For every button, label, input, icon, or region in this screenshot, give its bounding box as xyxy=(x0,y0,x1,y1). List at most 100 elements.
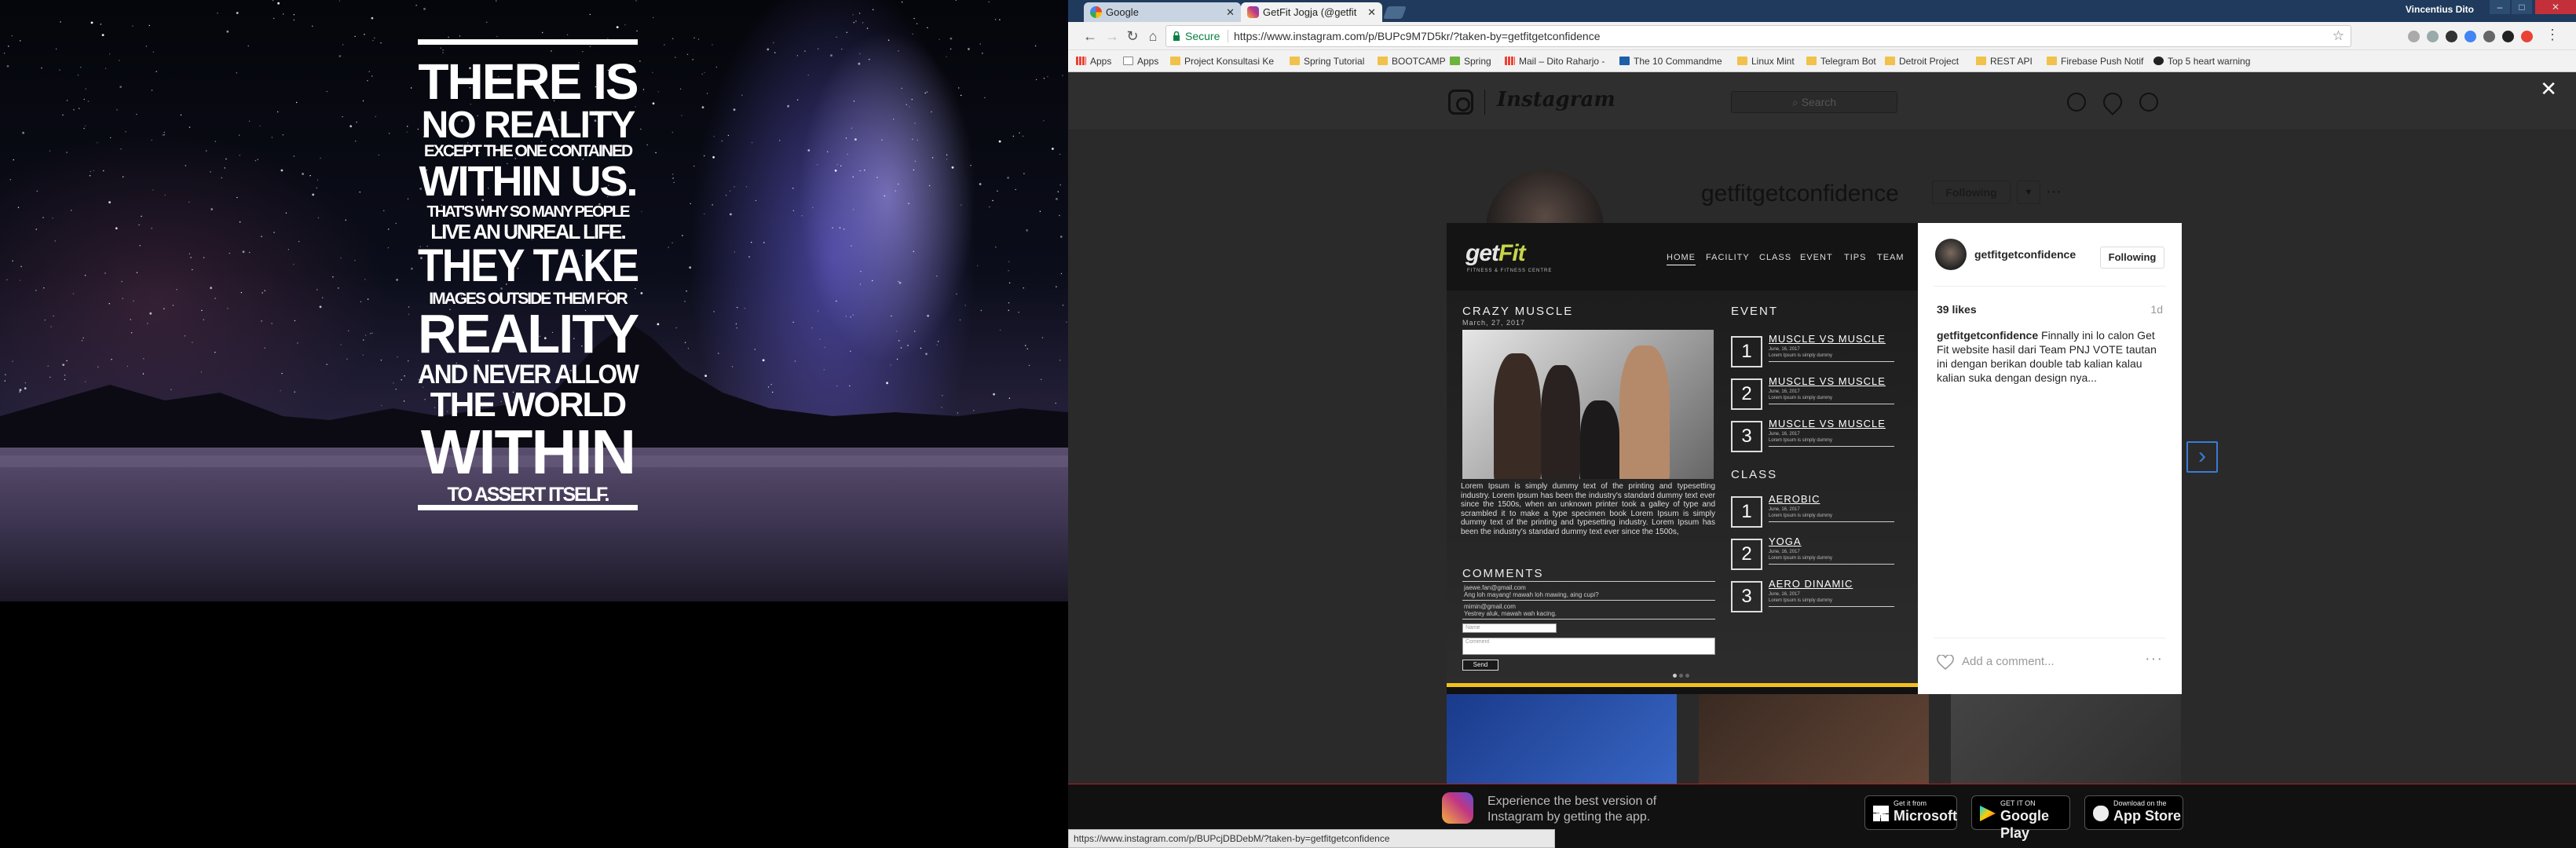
event-number: 3 xyxy=(1731,421,1762,452)
bookmark-item[interactable]: Apps xyxy=(1123,54,1158,68)
star xyxy=(968,48,970,50)
star xyxy=(657,91,659,93)
like-heart-icon[interactable] xyxy=(1937,655,1954,671)
star xyxy=(906,104,907,105)
tab-google[interactable]: Google ✕ xyxy=(1084,2,1241,22)
divider xyxy=(1769,361,1894,362)
caption-username[interactable]: getfitgetconfidence xyxy=(1937,329,2038,342)
url-text[interactable]: https://www.instagram.com/p/BUPc9M7D5kr/… xyxy=(1234,26,1601,46)
reload-icon[interactable]: ↻ xyxy=(1125,28,1140,44)
star xyxy=(411,267,413,270)
bookmark-item[interactable]: Telegram Bot xyxy=(1806,54,1876,68)
extension-icon[interactable] xyxy=(2483,31,2495,42)
extension-icon[interactable] xyxy=(2408,31,2420,42)
extension-icon[interactable] xyxy=(2446,31,2457,42)
post-image[interactable]: getFit FITNESS & FITNESS CENTRE HOME FAC… xyxy=(1447,223,1918,694)
address-bar[interactable]: Secure https://www.instagram.com/p/BUPc9… xyxy=(1165,25,2351,47)
star xyxy=(748,256,750,258)
bookmark-item[interactable]: Detroit Project xyxy=(1885,54,1959,68)
next-post-arrow-icon[interactable]: › xyxy=(2186,441,2218,473)
minimize-button[interactable]: – xyxy=(2490,0,2510,14)
carousel-dot xyxy=(1679,674,1683,678)
close-tab-icon[interactable]: ✕ xyxy=(1367,2,1376,22)
folder-icon xyxy=(1885,57,1895,65)
browser-profile-name[interactable]: Vincentius Dito xyxy=(2406,4,2474,15)
extension-icon[interactable] xyxy=(2502,31,2514,42)
profile-following-button[interactable]: Following xyxy=(1932,181,2011,204)
folder-icon xyxy=(1976,57,1986,65)
close-window-button[interactable]: ✕ xyxy=(2535,0,2576,14)
close-icon[interactable]: ✕ xyxy=(2540,77,2557,101)
star xyxy=(104,68,107,69)
likes-count[interactable]: 39 likes xyxy=(1937,303,1977,316)
bookmark-item[interactable]: Linux Mint xyxy=(1737,54,1795,68)
post-author-avatar[interactable] xyxy=(1935,239,1967,270)
bookmark-star-icon[interactable]: ☆ xyxy=(2333,26,2344,46)
comment-author: mimin@gmail.com xyxy=(1464,603,1516,610)
star xyxy=(162,134,163,136)
star xyxy=(210,208,214,210)
divider xyxy=(1462,600,1715,601)
extension-icon[interactable] xyxy=(2521,31,2533,42)
forward-arrow-icon[interactable]: → xyxy=(1104,28,1120,44)
explore-compass-icon[interactable] xyxy=(2067,93,2086,111)
profile-icon[interactable] xyxy=(2139,93,2158,111)
star xyxy=(689,266,692,269)
more-options-icon[interactable]: ··· xyxy=(2145,650,2163,668)
quote-line: TO ASSERT ITSELF. xyxy=(447,484,610,506)
chevron-down-icon[interactable]: ▼ xyxy=(2017,181,2040,204)
star xyxy=(371,16,374,20)
star xyxy=(354,35,356,38)
bookmark-item[interactable]: BOOTCAMP xyxy=(1378,54,1446,68)
star xyxy=(745,186,748,188)
star xyxy=(132,25,134,27)
bookmark-item[interactable]: Spring xyxy=(1450,54,1491,68)
class-title: CLASS xyxy=(1731,468,1778,481)
page-icon xyxy=(1123,57,1133,65)
bookmark-label: Mail – Dito Raharjo - xyxy=(1519,56,1605,67)
search-input[interactable]: ⌕ Search xyxy=(1731,91,1897,113)
bookmark-item[interactable]: Project Konsultasi Ke xyxy=(1170,54,1274,68)
add-comment-input[interactable]: Add a comment... xyxy=(1962,655,2055,668)
bookmark-item[interactable]: The 10 Commandme xyxy=(1619,54,1722,68)
tab-title: GetFit Jogja (@getfitget… xyxy=(1263,6,1357,18)
post-author-username[interactable]: getfitgetconfidence xyxy=(1974,248,2076,261)
post-details-panel: getfitgetconfidence Following 39 likes 1… xyxy=(1918,223,2182,694)
event-item-date: June, 16, 2017 xyxy=(1769,347,1800,352)
event-title: EVENT xyxy=(1731,305,1779,318)
star xyxy=(388,228,390,230)
star xyxy=(188,126,191,128)
close-tab-icon[interactable]: ✕ xyxy=(1226,2,1235,22)
new-tab-button[interactable] xyxy=(1383,6,1407,19)
instagram-wordmark[interactable]: Instagram xyxy=(1497,88,1615,111)
star xyxy=(779,140,781,141)
event-item-date: June, 16, 2017 xyxy=(1769,389,1800,394)
bookmark-item[interactable]: Top 5 heart warning xyxy=(2153,54,2250,68)
back-arrow-icon[interactable]: ← xyxy=(1082,28,1098,44)
event-item-date: June, 16, 2017 xyxy=(1769,432,1800,437)
bookmark-item[interactable]: REST API xyxy=(1976,54,2033,68)
star xyxy=(763,242,765,243)
following-button[interactable]: Following xyxy=(2100,247,2164,269)
google-play-button[interactable]: GET IT ON Google Play xyxy=(1971,795,2070,841)
bookmark-item[interactable]: Firebase Push Notif xyxy=(2047,54,2143,68)
bookmark-item[interactable]: Mail – Dito Raharjo - xyxy=(1505,54,1605,68)
mail-icon xyxy=(1505,57,1515,65)
extension-icon[interactable] xyxy=(2427,31,2439,42)
bookmark-item[interactable]: Spring Tutorial xyxy=(1290,54,1364,68)
extension-icon[interactable] xyxy=(2464,31,2476,42)
microsoft-store-button[interactable]: Get it from Microsoft xyxy=(1864,795,1957,830)
star xyxy=(681,115,682,116)
more-options-icon[interactable]: ··· xyxy=(2046,181,2062,203)
app-store-button[interactable]: Download on the App Store xyxy=(2084,795,2183,830)
chrome-menu-icon[interactable]: ⋮ xyxy=(2545,27,2560,42)
maximize-button[interactable]: □ xyxy=(2512,0,2532,14)
star xyxy=(812,207,814,208)
post-caption: getfitgetconfidence Finnally ini lo calo… xyxy=(1937,328,2164,385)
star xyxy=(375,115,376,118)
heart-icon[interactable] xyxy=(2099,89,2126,115)
instagram-camera-icon[interactable] xyxy=(1448,90,1473,115)
tab-instagram[interactable]: GetFit Jogja (@getfitget… ✕ xyxy=(1241,2,1382,22)
bookmark-item[interactable]: Apps xyxy=(1076,54,1111,68)
home-icon[interactable]: ⌂ xyxy=(1145,28,1161,44)
